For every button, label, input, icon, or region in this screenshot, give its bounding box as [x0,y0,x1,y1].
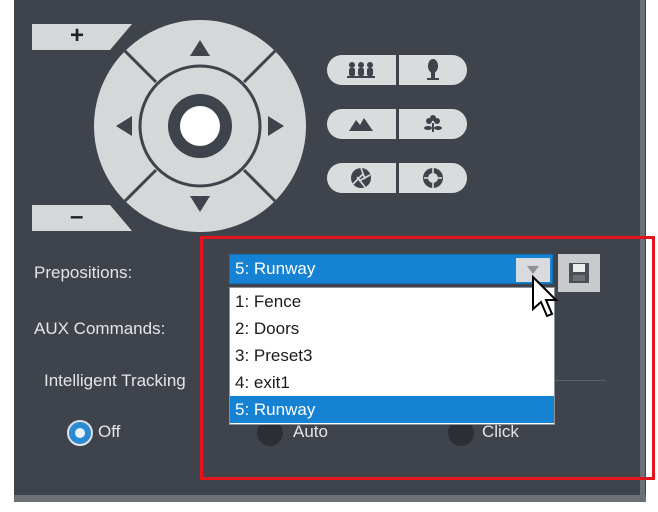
tracking-auto-label: Auto [293,422,328,441]
iris-close-button[interactable] [399,163,467,193]
landscape-mode-button[interactable] [327,109,395,139]
panel-divider [640,0,645,495]
preset-option[interactable]: 1: Fence [230,288,554,315]
flower-macro-icon [424,115,442,132]
prepositions-dropdown-list: 1: Fence 2: Doors 3: Preset3 4: exit1 5:… [229,287,555,425]
preset-option[interactable]: 2: Doors [230,315,554,342]
aperture-close-icon [423,168,443,188]
save-icon [569,263,589,283]
iris-open-button[interactable] [327,163,395,193]
view-mode-pill-1 [327,55,467,85]
landscape-icon [349,118,373,131]
mouse-pointer-icon [532,275,559,318]
aperture-open-icon [351,167,371,188]
center-home-icon [180,106,220,146]
prepositions-label: Prepositions: [34,263,133,282]
panel-bottom-border [14,495,646,502]
preset-option-selected[interactable]: 5: Runway [230,396,554,423]
single-person-icon [427,59,439,80]
tracking-off-radio[interactable] [67,420,93,446]
intelligent-tracking-label: Intelligent Tracking [44,371,186,390]
prepositions-select[interactable]: 5: Runway [229,254,553,284]
tracking-click-label: Click [482,422,519,441]
tracking-off-label: Off [98,422,121,441]
chevron-down-icon [527,266,539,274]
group-people-icon [347,62,375,78]
save-preset-button[interactable] [558,254,600,292]
aux-commands-label: AUX Commands: [34,319,166,338]
group-view-button[interactable] [327,55,395,85]
preset-option[interactable]: 4: exit1 [230,369,554,396]
single-person-button[interactable] [399,55,467,85]
macro-mode-button[interactable] [399,109,467,139]
view-mode-pill-3 [327,163,467,193]
ptz-direction-pad [94,20,306,232]
preset-option[interactable]: 3: Preset3 [230,342,554,369]
view-mode-pill-2 [327,109,467,139]
